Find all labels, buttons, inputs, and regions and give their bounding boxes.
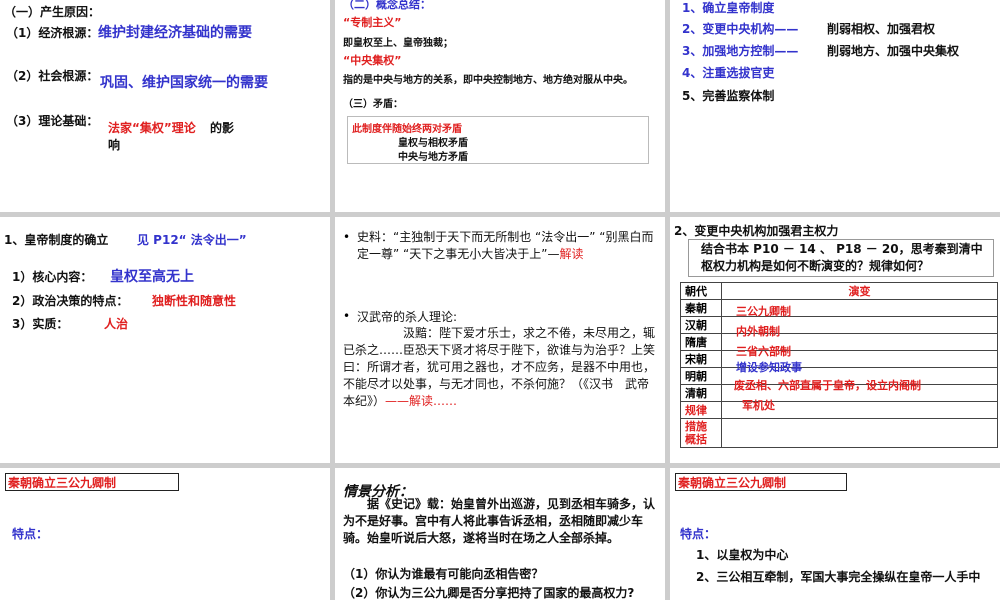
contradiction-box-title: 此制度伴随始终两对矛盾 [352, 124, 462, 135]
evolution-qing: 军机处 [742, 399, 775, 412]
dynasty-row: 明朝 [680, 367, 722, 385]
slide-title: 秦朝确立三公九卿制 [678, 476, 787, 490]
decision-feature-label: 2）政治决策的特点： [12, 294, 129, 308]
slide-concept-summary: （二）概念总结： “专制主义” 即皇权至上、皇帝独裁； “中央集权” 指的是中央… [335, 0, 665, 212]
features-label: 特点： [12, 527, 49, 541]
dynasty-table: 朝代 演变 秦朝 汉朝 隋唐 宋朝 明朝 清朝 规律 措施概括 [680, 282, 998, 448]
law-row: 规律 [680, 401, 722, 419]
contradiction-item-1: 皇权与相权矛盾 [398, 138, 468, 149]
scenario-text: 据《史记》载：始皇曾外出巡游，见到丞相车骑多，认为不是好事。宫中有人将此事告诉丞… [343, 497, 656, 545]
question-2: （2）你认为三公九卿是否分享把持了国家的最高权力? [343, 586, 635, 600]
measure-item-1: 1、确立皇帝制度 [682, 1, 775, 15]
question-text: 结合书本 P10 － 14 、 P18 － 20，思考秦到清中枢权力机构是如何不… [701, 242, 983, 273]
slide-central-institutions: 2、变更中央机构加强君主权力 结合书本 P10 － 14 、 P18 － 20，… [670, 217, 1000, 463]
question-box: 结合书本 P10 － 14 、 P18 － 20，思考秦到清中枢权力机构是如何不… [688, 239, 994, 277]
interpret-link-2: ——解读…… [385, 394, 458, 408]
bullet-2: • [343, 309, 351, 323]
evolution-ming: 废丞相、六部直属于皇帝，设立内阁制 [734, 379, 921, 392]
measure-row: 措施概括 [680, 418, 722, 448]
bullet-1: • [343, 230, 351, 244]
measure-item-5: 5、完善监察体制 [682, 89, 775, 103]
social-root-label: （2）社会根源： [6, 69, 99, 83]
slide-heading: （一）产生原因： [4, 5, 101, 19]
social-root-value: 巩固、维护国家统一的需要 [100, 75, 268, 91]
def-centralization: 指的是中央与地方的关系，即中央控制地方、地方绝对服从中央。 [343, 75, 633, 86]
slide-origin-reasons: （一）产生原因： （1）经济根源： 维护封建经济基础的需要 （2）社会根源： 巩… [0, 0, 330, 212]
slide-historical-materials: • 史料：“主独制于天下而无所制也 “法令出一” “别黑白而定一尊” “天下之事… [335, 217, 665, 463]
dynasty-row: 汉朝 [680, 316, 722, 334]
title-box: 秦朝确立三公九卿制 [675, 473, 847, 491]
slide-three-lords-b: 秦朝确立三公九卿制 特点： 1、以皇权为中心 2、三公相互牵制，军国大事完全操纵… [670, 468, 1000, 600]
interpret-link-1: 解读 [559, 247, 584, 261]
dynasty-row: 秦朝 [680, 299, 722, 317]
evolution-han: 内外朝制 [736, 325, 780, 338]
measure-note-2: 削弱相权、加强君权 [827, 22, 936, 36]
feature-2: 2、三公相互牵制，军国大事完全操纵在皇帝一人手中 [696, 570, 981, 584]
concept-heading: （二）概念总结： [343, 0, 431, 11]
theory-basis-label: （3）理论基础： [6, 114, 99, 128]
dynasty-row: 隋唐 [680, 333, 722, 351]
measure-item-4: 4、注重选拔官吏 [682, 66, 775, 80]
evolution-qin: 三公九卿制 [736, 305, 791, 318]
emperor-wu-passage: 汲黯：陛下爱才乐士，求之不倦，未尽用之，辄已杀之……臣恐天下贤才将尽于陛下，欲谁… [343, 326, 656, 408]
theory-basis-suffix: 的影 [210, 121, 235, 135]
core-content-value: 皇权至高无上 [110, 269, 194, 285]
dynasty-row: 宋朝 [680, 350, 722, 368]
measure-item-2: 2、变更中央机构—— [682, 22, 799, 36]
historical-quote: 史料：“主独制于天下而无所制也 “法令出一” “别黑白而定一尊” “天下之事无小… [357, 230, 654, 261]
term-centralization: “中央集权” [343, 54, 402, 67]
theory-basis-suffix-wrap: 响 [108, 138, 121, 152]
title-box: 秦朝确立三公九卿制 [5, 473, 179, 491]
evolution-suitang: 三省六部制 [736, 345, 791, 358]
question-1: （1）你认为谁最有可能向丞相告密？ [343, 567, 544, 581]
economic-root-label: （1）经济根源： [6, 26, 99, 40]
term-autocracy: “专制主义” [343, 16, 402, 29]
theory-basis-value: 法家“集权”理论 [108, 121, 196, 135]
slide-measures: 1、确立皇帝制度 2、变更中央机构—— 削弱相权、加强君权 3、加强地方控制——… [670, 0, 1000, 212]
def-autocracy: 即皇权至上、皇帝独裁； [343, 38, 453, 49]
core-content-label: 1）核心内容： [12, 270, 93, 284]
slide-three-lords-a: 秦朝确立三公九卿制 特点： [0, 468, 330, 600]
col-dynasty: 朝代 [680, 282, 722, 300]
contradiction-item-2: 中央与地方矛盾 [398, 152, 468, 163]
essence-label: 3）实质： [12, 317, 69, 331]
page-reference: 见 P12“ 法令出一” [137, 233, 247, 247]
measure-item-3: 3、加强地方控制—— [682, 44, 799, 58]
economic-root-value: 维护封建经济基础的需要 [98, 25, 252, 41]
contradiction-heading: （三）矛盾： [343, 99, 403, 110]
measure-note-3: 削弱地方、加强中央集权 [827, 44, 960, 58]
feature-1: 1、以皇权为中心 [696, 548, 789, 562]
contradiction-box: 此制度伴随始终两对矛盾 皇权与相权矛盾 中央与地方矛盾 [347, 116, 649, 164]
dynasty-row: 清朝 [680, 384, 722, 402]
slide-title: 秦朝确立三公九卿制 [8, 476, 117, 490]
slide-title: 1、皇帝制度的确立 [4, 233, 109, 247]
features-label: 特点： [680, 527, 717, 541]
slide-scenario-analysis: 情景分析： 据《史记》载：始皇曾外出巡游，见到丞相车骑多，认为不是好事。宫中有人… [335, 468, 665, 600]
col-evolution: 演变 [721, 282, 998, 300]
slide-title: 2、变更中央机构加强君主权力 [674, 224, 839, 238]
slide-emperor-system: 1、皇帝制度的确立 见 P12“ 法令出一” 1）核心内容： 皇权至高无上 2）… [0, 217, 330, 463]
decision-feature-value: 独断性和随意性 [152, 294, 237, 308]
essence-value: 人治 [104, 317, 129, 331]
evolution-song: 增设参知政事 [736, 361, 802, 374]
emperor-wu-heading: 汉武帝的杀人理论: [357, 310, 458, 324]
